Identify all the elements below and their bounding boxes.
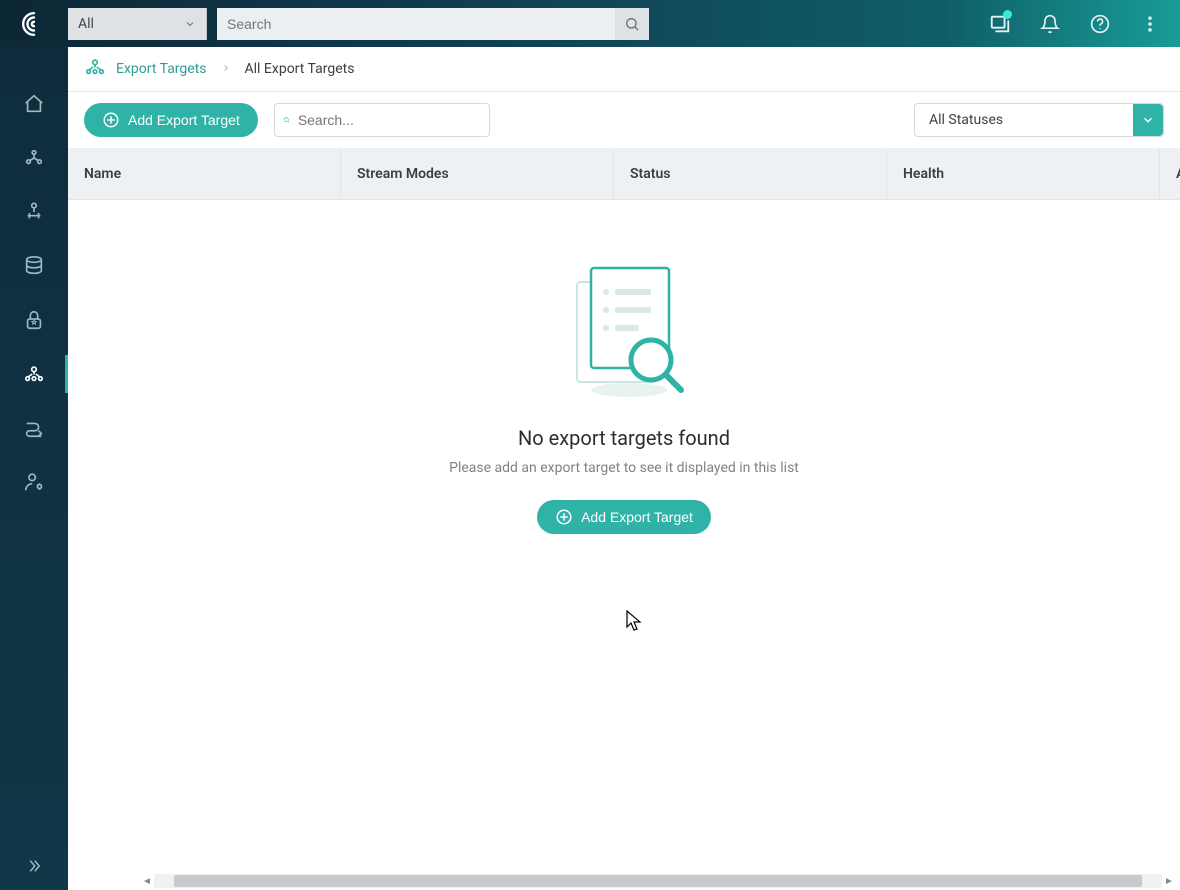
export-icon xyxy=(23,363,45,385)
sidebar-item-storage[interactable] xyxy=(0,239,68,293)
breadcrumb-icon xyxy=(84,56,106,82)
add-export-target-button[interactable]: Add Export Target xyxy=(84,103,258,137)
plus-circle-icon xyxy=(555,508,573,526)
breadcrumb: Export Targets All Export Targets xyxy=(68,47,1180,92)
sidebar-item-home[interactable] xyxy=(0,77,68,131)
sidebar-item-security[interactable] xyxy=(0,293,68,347)
sidebar xyxy=(0,47,68,890)
col-name[interactable]: Name xyxy=(68,149,341,199)
scrollbar-thumb[interactable] xyxy=(174,875,1142,887)
breadcrumb-current: All Export Targets xyxy=(245,61,355,77)
lock-icon xyxy=(23,309,45,331)
global-search[interactable] xyxy=(217,8,649,40)
tasks-icon[interactable] xyxy=(980,4,1020,44)
scroll-left-icon[interactable]: ◄ xyxy=(140,874,154,888)
bell-icon[interactable] xyxy=(1030,4,1070,44)
empty-document-search-icon xyxy=(559,260,689,400)
table-search[interactable] xyxy=(274,103,490,137)
search-icon xyxy=(283,113,290,127)
flow-icon xyxy=(23,201,45,223)
plus-circle-icon xyxy=(102,111,120,129)
filter-label: All xyxy=(78,16,94,32)
horizontal-scrollbar[interactable]: ◄ ► xyxy=(140,874,1176,888)
chevron-down-icon xyxy=(1133,104,1163,136)
empty-subtitle: Please add an export target to see it di… xyxy=(449,460,799,476)
table-search-input[interactable] xyxy=(296,111,481,129)
table-header: Name Stream Modes Status Health Author xyxy=(68,149,1180,200)
empty-title: No export targets found xyxy=(518,426,730,450)
scroll-right-icon[interactable]: ► xyxy=(1162,874,1176,888)
chevron-down-icon xyxy=(184,18,196,30)
help-icon[interactable] xyxy=(1080,4,1120,44)
search-icon xyxy=(624,16,640,32)
scrollbar-track[interactable] xyxy=(154,874,1162,888)
col-health[interactable]: Health xyxy=(887,149,1160,199)
global-search-filter[interactable]: All xyxy=(68,8,207,40)
route-icon xyxy=(23,417,45,439)
sidebar-expand-button[interactable] xyxy=(0,842,68,890)
toolbar: Add Export Target All Statuses xyxy=(68,92,1180,149)
sidebar-item-export-targets[interactable] xyxy=(0,347,68,401)
home-icon xyxy=(23,93,45,115)
col-author[interactable]: Author xyxy=(1160,149,1180,199)
sidebar-item-routes[interactable] xyxy=(0,401,68,455)
empty-state: No export targets found Please add an ex… xyxy=(68,200,1180,890)
col-status[interactable]: Status xyxy=(614,149,887,199)
mouse-cursor-icon xyxy=(626,610,642,632)
notification-dot xyxy=(1003,10,1012,19)
sidebar-item-user-settings[interactable] xyxy=(0,455,68,509)
empty-add-button-label: Add Export Target xyxy=(581,509,693,525)
chevron-right-icon xyxy=(221,61,231,77)
status-filter-dropdown[interactable]: All Statuses xyxy=(914,103,1164,137)
add-button-label: Add Export Target xyxy=(128,112,240,128)
more-menu-icon[interactable] xyxy=(1130,4,1170,44)
status-filter-label: All Statuses xyxy=(915,112,1133,128)
main-content: Export Targets All Export Targets Add Ex… xyxy=(68,47,1180,890)
breadcrumb-link[interactable]: Export Targets xyxy=(116,61,207,77)
col-stream[interactable]: Stream Modes xyxy=(341,149,614,199)
nodes-icon xyxy=(23,147,45,169)
global-search-button[interactable] xyxy=(615,8,649,40)
chevron-double-right-icon xyxy=(25,857,43,875)
user-gear-icon xyxy=(23,471,45,493)
empty-add-export-target-button[interactable]: Add Export Target xyxy=(537,500,711,534)
app-logo[interactable] xyxy=(10,11,58,37)
database-icon xyxy=(23,255,45,277)
sidebar-item-discover[interactable] xyxy=(0,131,68,185)
app-header: All xyxy=(0,0,1180,47)
sidebar-item-channels[interactable] xyxy=(0,185,68,239)
global-search-input[interactable] xyxy=(217,16,615,32)
